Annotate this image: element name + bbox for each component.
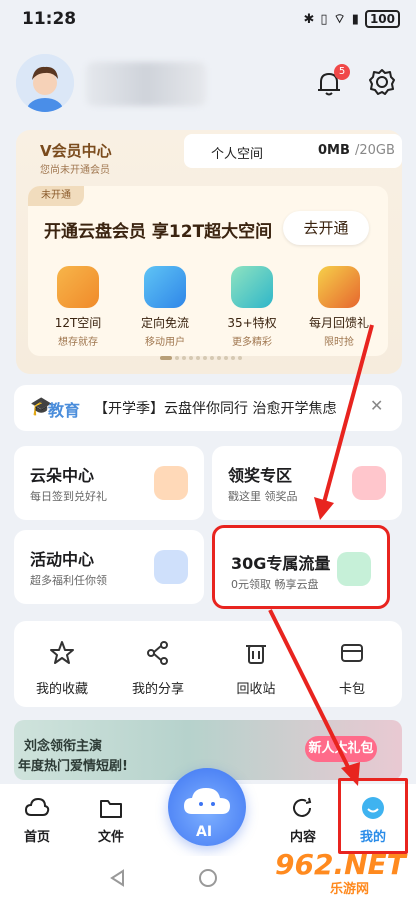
back-icon bbox=[110, 869, 124, 887]
annotation-arrows bbox=[268, 324, 374, 786]
watermark-text: 962.NET bbox=[275, 848, 406, 881]
watermark-sub: 乐游网 bbox=[330, 882, 370, 897]
home-circle-icon bbox=[199, 869, 217, 887]
